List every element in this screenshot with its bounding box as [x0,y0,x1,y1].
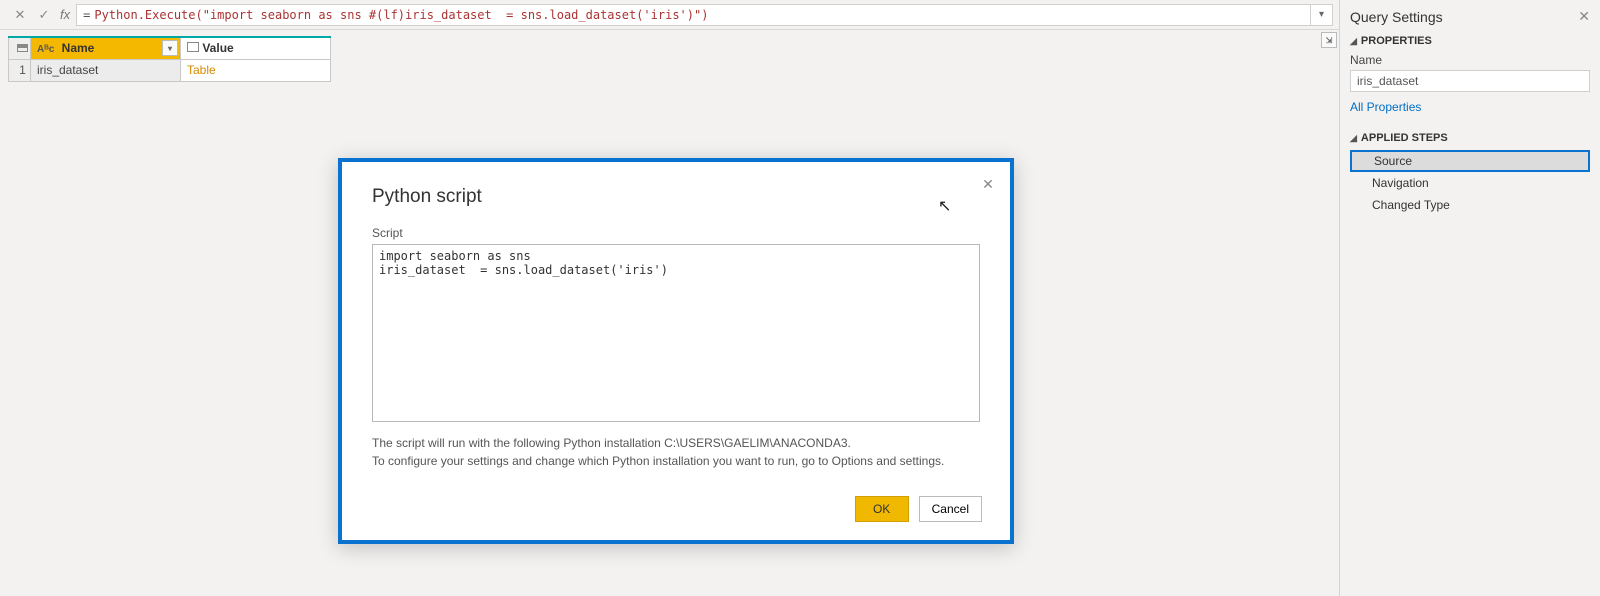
all-properties-link[interactable]: All Properties [1350,100,1421,114]
info-line-2: To configure your settings and change wh… [372,452,980,470]
script-label: Script [372,226,980,240]
formula-dropdown[interactable]: ▾ [1311,4,1333,26]
column-header-value[interactable]: Value ⇲ [181,37,331,59]
confirm-formula-button[interactable]: ✓ [32,3,56,27]
dialog-title: Python script [372,186,980,208]
cell-name[interactable]: iris_dataset [31,59,181,81]
script-textarea[interactable]: import seaborn as sns iris_dataset = sns… [372,244,980,422]
properties-header: PROPERTIES [1361,35,1432,47]
query-name-label: Name [1350,53,1590,67]
column-value-dropdown[interactable]: ⇲ [1321,32,1337,48]
info-line-1: The script will run with the following P… [372,434,980,452]
step-navigation[interactable]: Navigation [1350,172,1590,194]
mouse-cursor-icon: ↖ [938,196,951,216]
close-icon[interactable]: ✕ [976,172,1000,196]
query-name-input[interactable] [1350,70,1590,92]
cancel-button[interactable]: Cancel [919,496,982,522]
step-source[interactable]: Source [1350,150,1590,172]
step-changed-type[interactable]: Changed Type [1350,194,1590,216]
row-index: 1 [9,59,31,81]
formula-input[interactable]: = Python.Execute("import seaborn as sns … [76,4,1311,26]
cancel-formula-button[interactable]: ✕ [8,3,32,27]
formula-text: Python.Execute("import seaborn as sns #(… [94,8,708,22]
cell-value[interactable]: Table [181,59,331,81]
column-header-name[interactable]: Aᴮc Name ▾ [31,37,181,59]
formula-bar: ✕ ✓ fx = Python.Execute("import seaborn … [0,0,1339,30]
table-type-icon [187,42,199,52]
pane-title: Query Settings [1350,9,1443,25]
table-row[interactable]: 1 iris_dataset Table [9,59,331,81]
pane-close-icon[interactable]: ✕ [1578,8,1590,25]
python-script-dialog: ✕ Python script Script import seaborn as… [338,158,1014,544]
column-name-dropdown[interactable]: ▾ [162,40,178,56]
text-type-icon: Aᴮc [37,44,54,55]
ok-button[interactable]: OK [855,496,909,522]
query-settings-pane: Query Settings ✕ ◢PROPERTIES Name All Pr… [1339,0,1600,596]
table-icon[interactable] [9,37,31,59]
fx-label: fx [60,7,70,22]
applied-steps-header: APPLIED STEPS [1361,132,1448,144]
applied-steps-list: Source Navigation Changed Type [1350,150,1590,216]
